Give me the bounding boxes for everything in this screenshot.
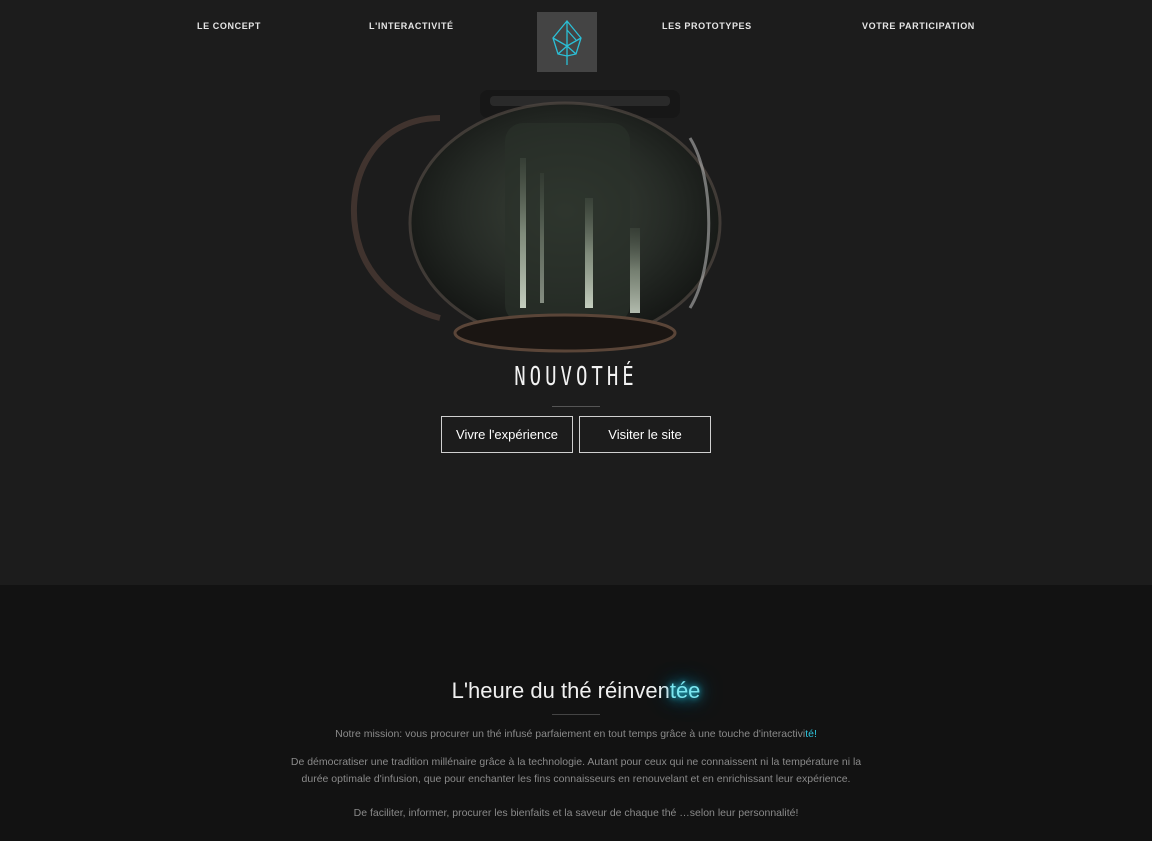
nav-link-participation[interactable]: VOTRE PARTICIPATION [862, 21, 975, 31]
mission-divider [552, 714, 600, 715]
brand-divider [552, 406, 600, 407]
hero-section: LE CONCEPT L'INTERACTIVITÉ LES PROTOTYPE… [0, 0, 1152, 585]
teapot-image [350, 90, 722, 353]
mission-heading-text: L'heure du thé réinven [451, 678, 670, 703]
logo-button[interactable] [537, 12, 597, 72]
mission-p1-text: Notre mission: vous procurer un thé infu… [335, 728, 806, 740]
brand-title: NOUVOTHÉ [514, 362, 638, 392]
mission-p1-accent: té! [805, 728, 817, 740]
mission-paragraph-3: De faciliter, informer, procurer les bie… [353, 807, 799, 819]
mission-paragraph-2: De démocratiser une tradition millénaire… [290, 756, 862, 785]
mission-paragraph-1: Notre mission: vous procurer un thé infu… [290, 726, 862, 743]
mission-section: L'heure du thé réinventée Notre mission:… [0, 585, 1152, 841]
experience-button[interactable]: Vivre l'expérience [441, 416, 573, 453]
visit-site-button[interactable]: Visiter le site [579, 416, 711, 453]
nav-link-interactivite[interactable]: L'INTERACTIVITÉ [369, 21, 454, 31]
nav-link-prototypes[interactable]: LES PROTOTYPES [662, 21, 752, 31]
leaf-logo-icon [552, 19, 582, 65]
nav-link-concept[interactable]: LE CONCEPT [197, 21, 261, 31]
mission-heading: L'heure du thé réinventée [0, 678, 1152, 704]
mission-heading-glow: tée [669, 678, 701, 703]
top-nav: LE CONCEPT L'INTERACTIVITÉ LES PROTOTYPE… [0, 0, 1152, 75]
